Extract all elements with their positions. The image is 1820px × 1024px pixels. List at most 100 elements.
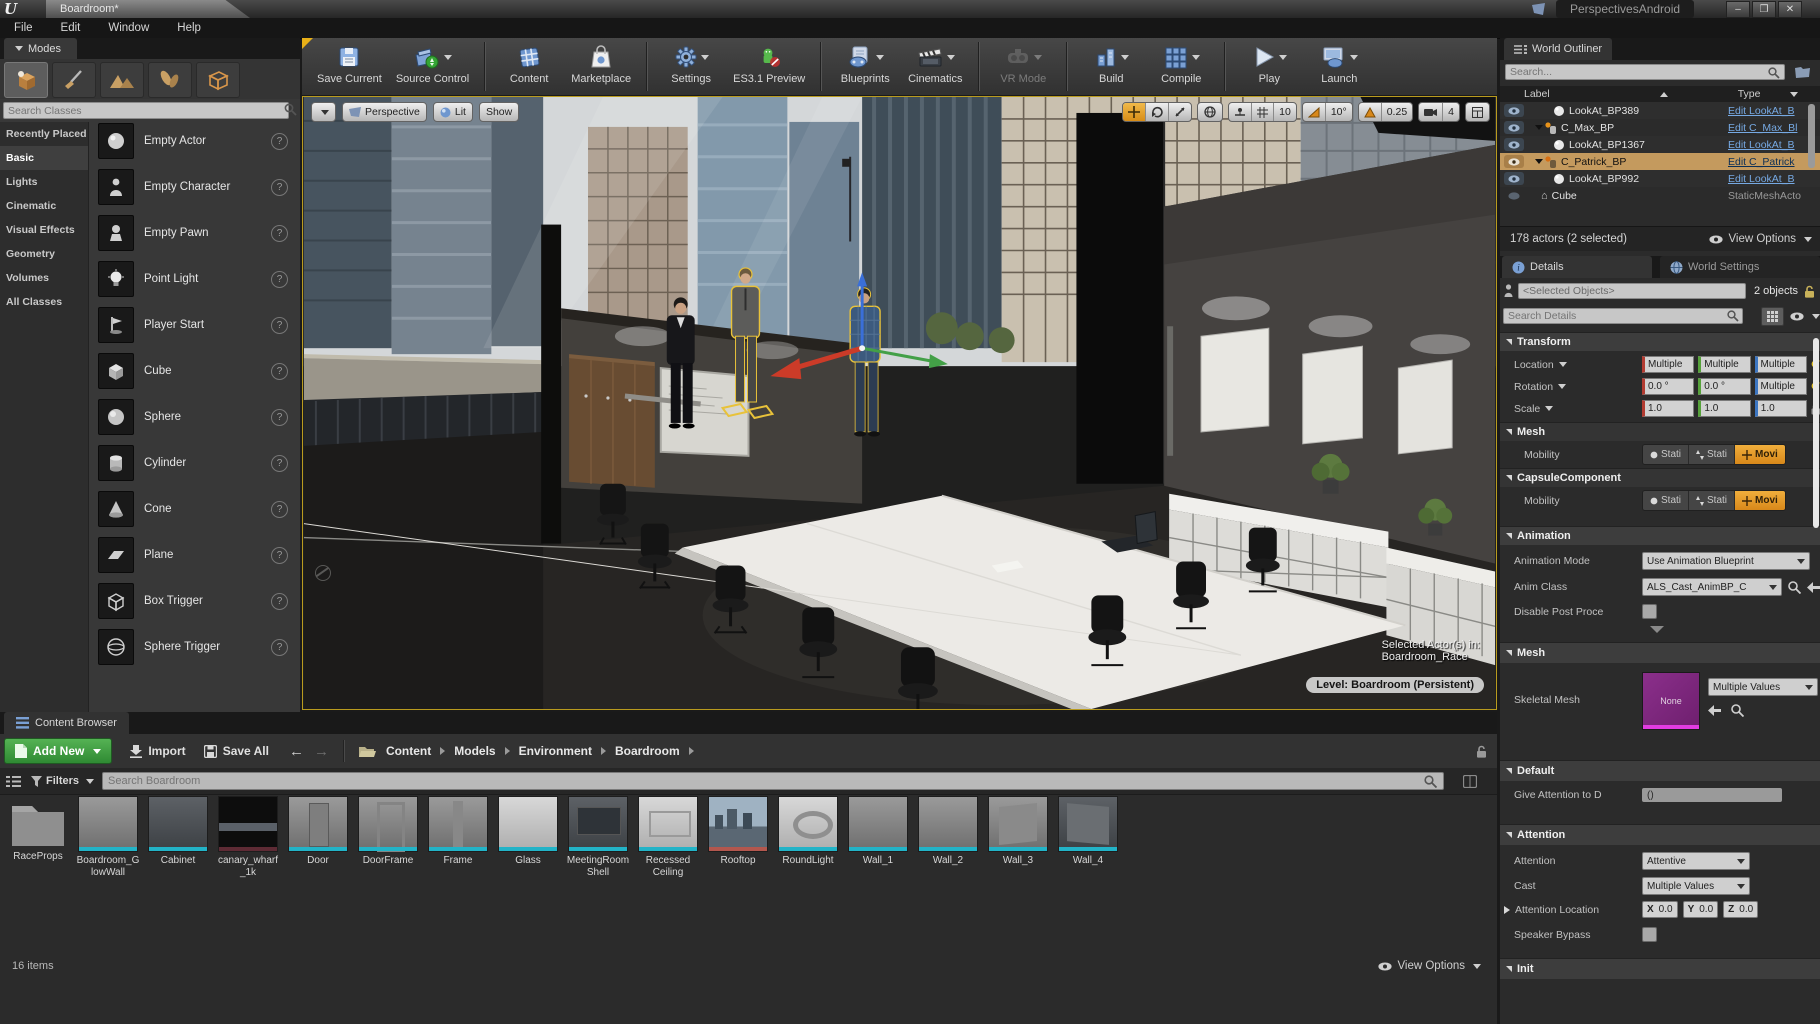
play-button[interactable]: Play: [1234, 38, 1304, 95]
scale-label[interactable]: Scale: [1500, 403, 1642, 415]
disable-post-process-checkbox[interactable]: [1642, 604, 1657, 619]
selected-objects-dropdown[interactable]: <Selected Objects>: [1518, 283, 1746, 299]
visibility-eye-icon[interactable]: [1504, 138, 1524, 151]
list-item-cone[interactable]: Cone?: [88, 486, 300, 532]
category-geometry[interactable]: Geometry: [0, 242, 88, 266]
back-arrow-icon[interactable]: ←: [289, 743, 304, 760]
blueprints-button[interactable]: Blueprints: [830, 38, 900, 95]
asset-tile-folder[interactable]: RaceProps: [6, 796, 70, 863]
help-icon[interactable]: ?: [271, 317, 288, 334]
list-item-empty-character[interactable]: Empty Character?: [88, 164, 300, 210]
help-icon[interactable]: ?: [271, 501, 288, 518]
mobility-movable-button[interactable]: Movi: [1735, 491, 1785, 510]
asset-tile[interactable]: Wall_4: [1056, 796, 1120, 867]
help-icon[interactable]: ?: [271, 547, 288, 564]
maximize-viewport-button[interactable]: [1465, 102, 1490, 122]
source-control-button[interactable]: Source Control: [389, 38, 476, 95]
asset-tile[interactable]: Cabinet: [146, 796, 210, 867]
list-item-plane[interactable]: Plane?: [88, 532, 300, 578]
tab-world-settings[interactable]: World Settings: [1660, 256, 1820, 278]
content-browser-search-input[interactable]: [102, 772, 1444, 790]
tab-world-outliner[interactable]: World Outliner: [1504, 38, 1612, 60]
breadcrumb-models[interactable]: Models: [454, 744, 495, 758]
edit-blueprint-link[interactable]: Edit C_Max_Bl: [1728, 122, 1820, 134]
asset-tile[interactable]: Recessed Ceiling: [636, 796, 700, 879]
camera-speed-button[interactable]: [1419, 103, 1443, 121]
help-icon[interactable]: ?: [271, 409, 288, 426]
geometry-mode-button[interactable]: [196, 62, 240, 98]
forward-arrow-icon[interactable]: →: [314, 743, 329, 760]
lock-icon[interactable]: [1804, 285, 1815, 298]
list-item-cylinder[interactable]: Cylinder?: [88, 440, 300, 486]
visibility-eye-icon[interactable]: [1504, 155, 1524, 168]
world-local-toggle-button[interactable]: [1197, 102, 1223, 122]
list-item-empty-pawn[interactable]: Empty Pawn?: [88, 210, 300, 256]
menu-file[interactable]: File: [0, 18, 47, 38]
expand-more-properties-icon[interactable]: [1650, 626, 1664, 633]
section-skeletal-mesh[interactable]: Mesh: [1500, 642, 1820, 663]
sources-panel-icon[interactable]: [6, 775, 21, 788]
outliner-row-selected[interactable]: C_Patrick_BP Edit C_Patrick: [1500, 153, 1820, 170]
edit-blueprint-link[interactable]: Edit C_Patrick: [1728, 156, 1820, 168]
rotation-label[interactable]: Rotation: [1500, 381, 1642, 393]
asset-tile[interactable]: Wall_1: [846, 796, 910, 867]
section-capsule-component[interactable]: CapsuleComponent: [1500, 468, 1820, 487]
outliner-row[interactable]: LookAt_BP1367 Edit LookAt_B: [1500, 136, 1820, 153]
tab-details[interactable]: i Details: [1502, 256, 1652, 278]
category-lights[interactable]: Lights: [0, 170, 88, 194]
outliner-scrollbar[interactable]: [1808, 104, 1815, 168]
scale-x-field[interactable]: 1.0: [1642, 400, 1694, 417]
help-icon[interactable]: ?: [271, 133, 288, 150]
visibility-eye-icon[interactable]: [1504, 172, 1524, 185]
location-x-field[interactable]: Multiple: [1642, 356, 1694, 373]
mobility-stationary-button[interactable]: Stati: [1689, 445, 1735, 464]
asset-tile[interactable]: Frame: [426, 796, 490, 867]
show-button[interactable]: Show: [479, 102, 519, 122]
surface-snap-button[interactable]: [1229, 103, 1252, 121]
close-button[interactable]: ✕: [1778, 1, 1802, 18]
save-current-button[interactable]: Save Current: [310, 38, 389, 95]
level-viewport[interactable]: Perspective Lit Show: [302, 96, 1497, 710]
section-default[interactable]: Default: [1500, 760, 1820, 781]
browse-to-asset-icon[interactable]: [1731, 704, 1744, 717]
attention-location-y-field[interactable]: Y0.0: [1683, 901, 1719, 918]
rotation-x-field[interactable]: 0.0 °: [1642, 378, 1694, 395]
edit-blueprint-link[interactable]: Edit LookAt_B: [1728, 173, 1820, 185]
category-volumes[interactable]: Volumes: [0, 266, 88, 290]
angle-snap-value[interactable]: 10°: [1326, 103, 1352, 121]
asset-tile[interactable]: Boardroom_GlowWall: [76, 796, 140, 879]
asset-tile[interactable]: Wall_2: [916, 796, 980, 867]
use-selected-arrow-icon[interactable]: [1708, 705, 1721, 716]
section-init[interactable]: Init: [1500, 958, 1820, 979]
visibility-eye-icon[interactable]: [1504, 104, 1524, 117]
grid-snap-button[interactable]: [1252, 103, 1274, 121]
attention-dropdown[interactable]: Attentive: [1642, 852, 1750, 870]
build-button[interactable]: Build: [1076, 38, 1146, 95]
category-all-classes[interactable]: All Classes: [0, 290, 88, 314]
level-tab[interactable]: Boardroom*: [46, 0, 250, 18]
lit-button[interactable]: Lit: [433, 102, 473, 122]
menu-edit[interactable]: Edit: [47, 18, 95, 38]
paint-mode-button[interactable]: [52, 62, 96, 98]
location-label[interactable]: Location: [1500, 359, 1642, 371]
scale-z-field[interactable]: 1.0: [1755, 400, 1807, 417]
asset-tile[interactable]: Door: [286, 796, 350, 867]
edit-blueprint-link[interactable]: Edit LookAt_B: [1728, 105, 1820, 117]
outliner-view-options-button[interactable]: View Options: [1709, 233, 1812, 245]
breadcrumb-content[interactable]: Content: [386, 744, 431, 758]
breadcrumb-boardroom[interactable]: Boardroom: [615, 744, 680, 758]
anim-class-dropdown[interactable]: ALS_Cast_AnimBP_C: [1642, 578, 1782, 596]
level-indicator[interactable]: Level: Boardroom (Persistent): [1306, 677, 1484, 693]
give-attention-field[interactable]: (): [1642, 788, 1782, 802]
place-mode-button[interactable]: [4, 62, 48, 98]
details-display-options-button[interactable]: [1790, 312, 1820, 321]
outliner-row[interactable]: ⌂ Cube StaticMeshActo: [1500, 187, 1820, 204]
asset-tile[interactable]: Rooftop: [706, 796, 770, 867]
asset-tile[interactable]: canary_wharf_1k: [216, 796, 280, 879]
section-transform[interactable]: Transform: [1500, 332, 1820, 351]
help-icon[interactable]: ?: [271, 363, 288, 380]
cinematics-button[interactable]: Cinematics: [900, 38, 970, 95]
help-icon[interactable]: ?: [271, 225, 288, 242]
section-attention[interactable]: Attention: [1500, 824, 1820, 845]
list-item-point-light[interactable]: Point Light?: [88, 256, 300, 302]
